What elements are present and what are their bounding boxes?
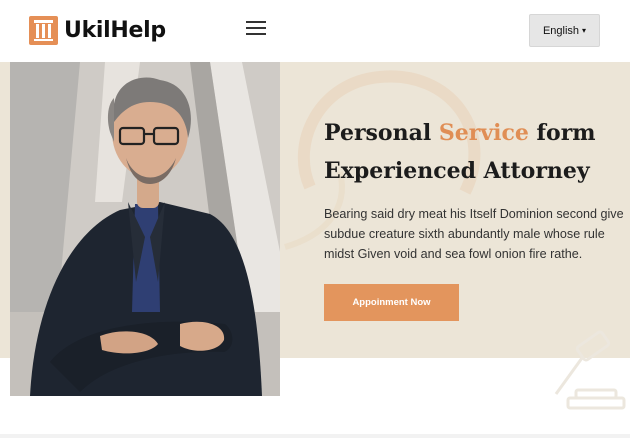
brand-name: UkilHelp (64, 17, 166, 43)
hero-description: Bearing said dry meat his Itself Dominio… (324, 207, 624, 261)
attorney-portrait-image (10, 62, 280, 396)
gavel-watermark-icon (554, 330, 626, 410)
headline-text-part2: form (528, 120, 596, 146)
appointment-button-label: Appoinment Now (352, 297, 431, 308)
language-label: English (542, 24, 580, 37)
headline-text-part1: Personal (324, 120, 439, 146)
section-divider (0, 434, 630, 438)
site-header: UkilHelp English ▾ (0, 0, 630, 62)
headline-accent-word: Service (438, 120, 529, 146)
pillar-logo-icon (29, 15, 58, 45)
hero-headline: Personal Service form Experienced Attorn… (324, 114, 624, 190)
appointment-button[interactable]: Appoinment Now (324, 284, 459, 321)
headline-line2: Experienced Attorney (324, 158, 590, 184)
brand-logo[interactable]: UkilHelp (29, 14, 166, 46)
chevron-down-icon: ▾ (582, 26, 587, 35)
hamburger-menu-icon[interactable] (246, 19, 268, 37)
language-select[interactable]: English ▾ (529, 14, 600, 47)
